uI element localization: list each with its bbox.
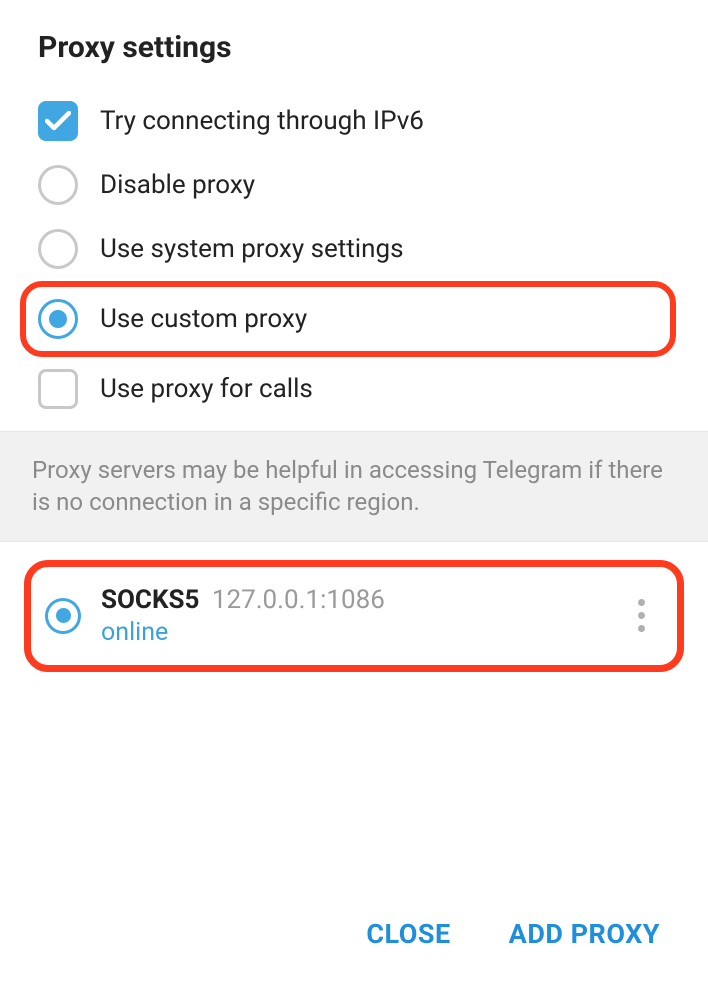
checkbox-unchecked-icon	[38, 369, 78, 409]
checkbox-checked-icon	[38, 101, 78, 141]
dialog-footer: CLOSE ADD PROXY	[0, 892, 708, 984]
option-ipv6[interactable]: Try connecting through IPv6	[38, 89, 670, 153]
option-system-proxy[interactable]: Use system proxy settings	[38, 217, 670, 281]
option-label: Use custom proxy	[100, 304, 307, 334]
option-label: Use system proxy settings	[100, 234, 403, 264]
page-title: Proxy settings	[0, 0, 708, 89]
info-text: Proxy servers may be helpful in accessin…	[0, 431, 708, 542]
add-proxy-button[interactable]: ADD PROXY	[509, 918, 660, 950]
kebab-menu-icon[interactable]	[627, 599, 655, 632]
close-button[interactable]: CLOSE	[366, 918, 450, 950]
radio-unselected-icon	[38, 165, 78, 205]
radio-selected-icon	[38, 299, 78, 339]
proxy-protocol: SOCKS5	[101, 585, 199, 615]
proxy-status: online	[101, 618, 627, 647]
options-list: Try connecting through IPv6 Disable prox…	[0, 89, 708, 431]
proxy-entry[interactable]: SOCKS5 127.0.0.1:1086 online	[24, 560, 684, 672]
option-label: Use proxy for calls	[100, 374, 313, 404]
option-disable-proxy[interactable]: Disable proxy	[38, 153, 670, 217]
radio-unselected-icon	[38, 229, 78, 269]
option-label: Disable proxy	[100, 170, 255, 200]
proxy-info: SOCKS5 127.0.0.1:1086 online	[101, 585, 627, 647]
proxy-address: 127.0.0.1:1086	[212, 585, 385, 615]
proxy-list: SOCKS5 127.0.0.1:1086 online	[0, 542, 708, 672]
option-proxy-for-calls[interactable]: Use proxy for calls	[38, 357, 670, 421]
radio-selected-icon	[45, 598, 81, 634]
option-custom-proxy[interactable]: Use custom proxy	[20, 281, 676, 357]
option-label: Try connecting through IPv6	[100, 106, 424, 136]
